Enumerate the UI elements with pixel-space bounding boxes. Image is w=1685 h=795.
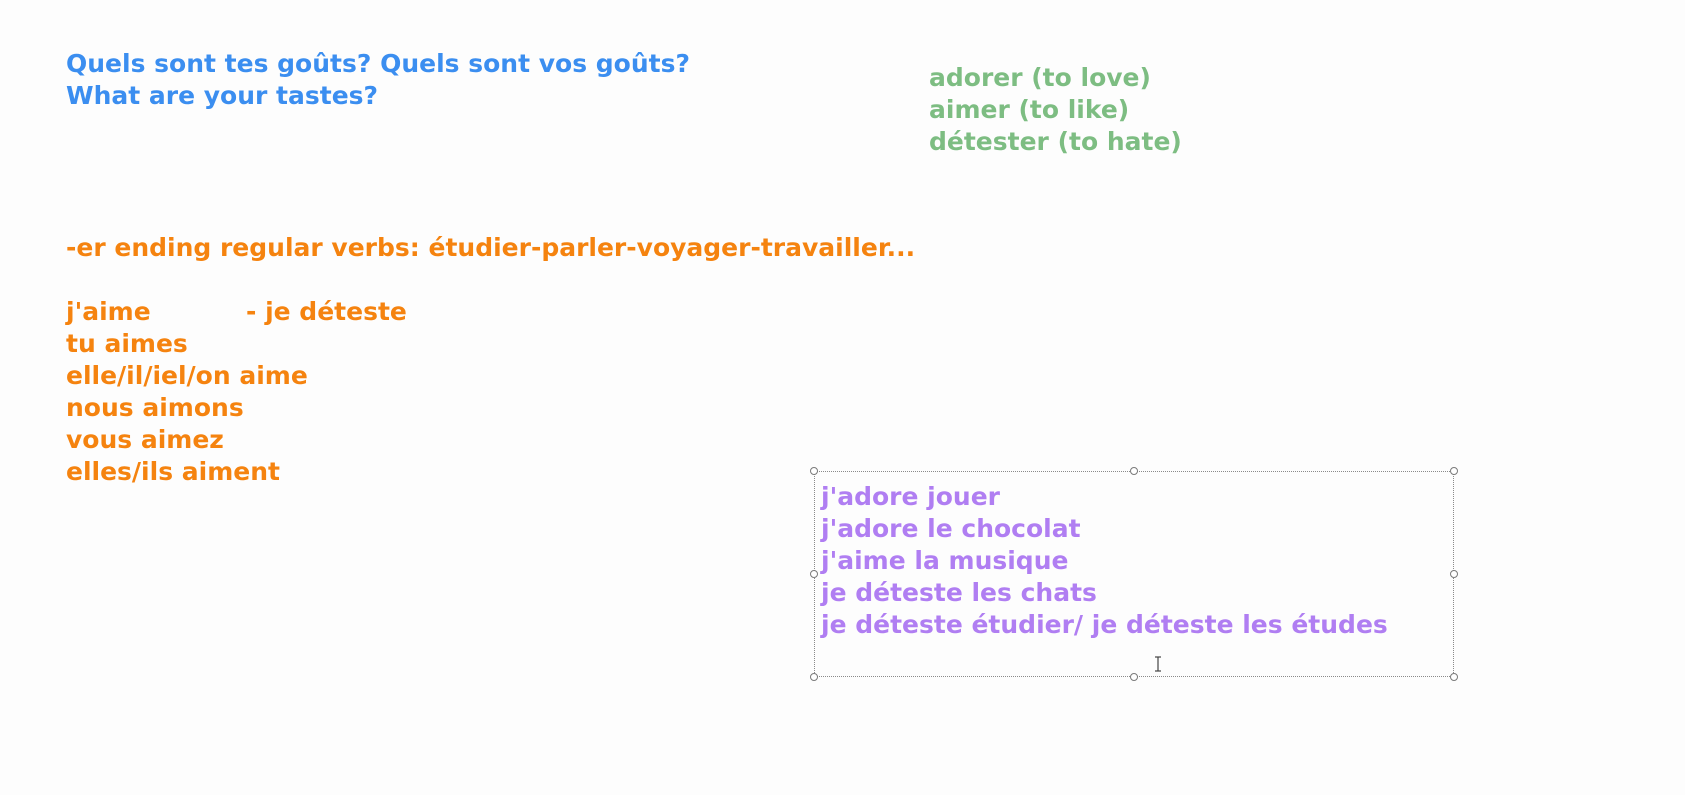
conjugation-row-je: j'aime - je déteste — [66, 296, 407, 328]
conjugation-row-ils: elles/ils aiment — [66, 457, 280, 486]
resize-handle-bottom[interactable] — [1130, 673, 1138, 681]
resize-handle-left[interactable] — [810, 570, 818, 578]
conjugation-row-tu: tu aimes — [66, 329, 188, 358]
textbox-content[interactable]: j'adore jouer j'adore le chocolat j'aime… — [821, 481, 1388, 641]
example-line-3: j'aime la musique — [821, 546, 1069, 575]
selected-text-box[interactable]: j'adore jouer j'adore le chocolat j'aime… — [814, 471, 1454, 677]
example-line-2: j'adore le chocolat — [821, 514, 1081, 543]
er-verbs-line: -er ending regular verbs: étudier-parler… — [66, 233, 916, 262]
resize-handle-top[interactable] — [1130, 467, 1138, 475]
conjugation-row-vous: vous aimez — [66, 425, 224, 454]
resize-handle-top-left[interactable] — [810, 467, 818, 475]
conjugation-je-deteste: - je déteste — [246, 297, 407, 326]
example-line-5: je déteste étudier/ je déteste les étude… — [821, 610, 1388, 639]
er-verbs-heading: -er ending regular verbs: étudier-parler… — [66, 232, 915, 264]
conjugation-row-il: elle/il/iel/on aime — [66, 361, 308, 390]
conjugation-list: j'aime - je déteste tu aimes elle/il/iel… — [66, 296, 407, 488]
resize-handle-right[interactable] — [1450, 570, 1458, 578]
resize-handle-top-right[interactable] — [1450, 467, 1458, 475]
verb-aimer: aimer (to like) — [929, 95, 1130, 124]
verbs-list: adorer (to love) aimer (to like) déteste… — [929, 62, 1182, 158]
conjugation-je-aime: j'aime — [66, 297, 151, 326]
title-line-french: Quels sont tes goûts? Quels sont vos goû… — [66, 49, 690, 78]
title-line-english: What are your tastes? — [66, 81, 379, 110]
example-line-1: j'adore jouer — [821, 482, 1000, 511]
resize-handle-bottom-left[interactable] — [810, 673, 818, 681]
text-cursor-icon — [1154, 656, 1162, 672]
example-line-4: je déteste les chats — [821, 578, 1097, 607]
verb-detester: détester (to hate) — [929, 127, 1182, 156]
resize-handle-bottom-right[interactable] — [1450, 673, 1458, 681]
slide-title: Quels sont tes goûts? Quels sont vos goû… — [66, 48, 690, 112]
conjugation-row-nous: nous aimons — [66, 393, 244, 422]
verb-adorer: adorer (to love) — [929, 63, 1151, 92]
